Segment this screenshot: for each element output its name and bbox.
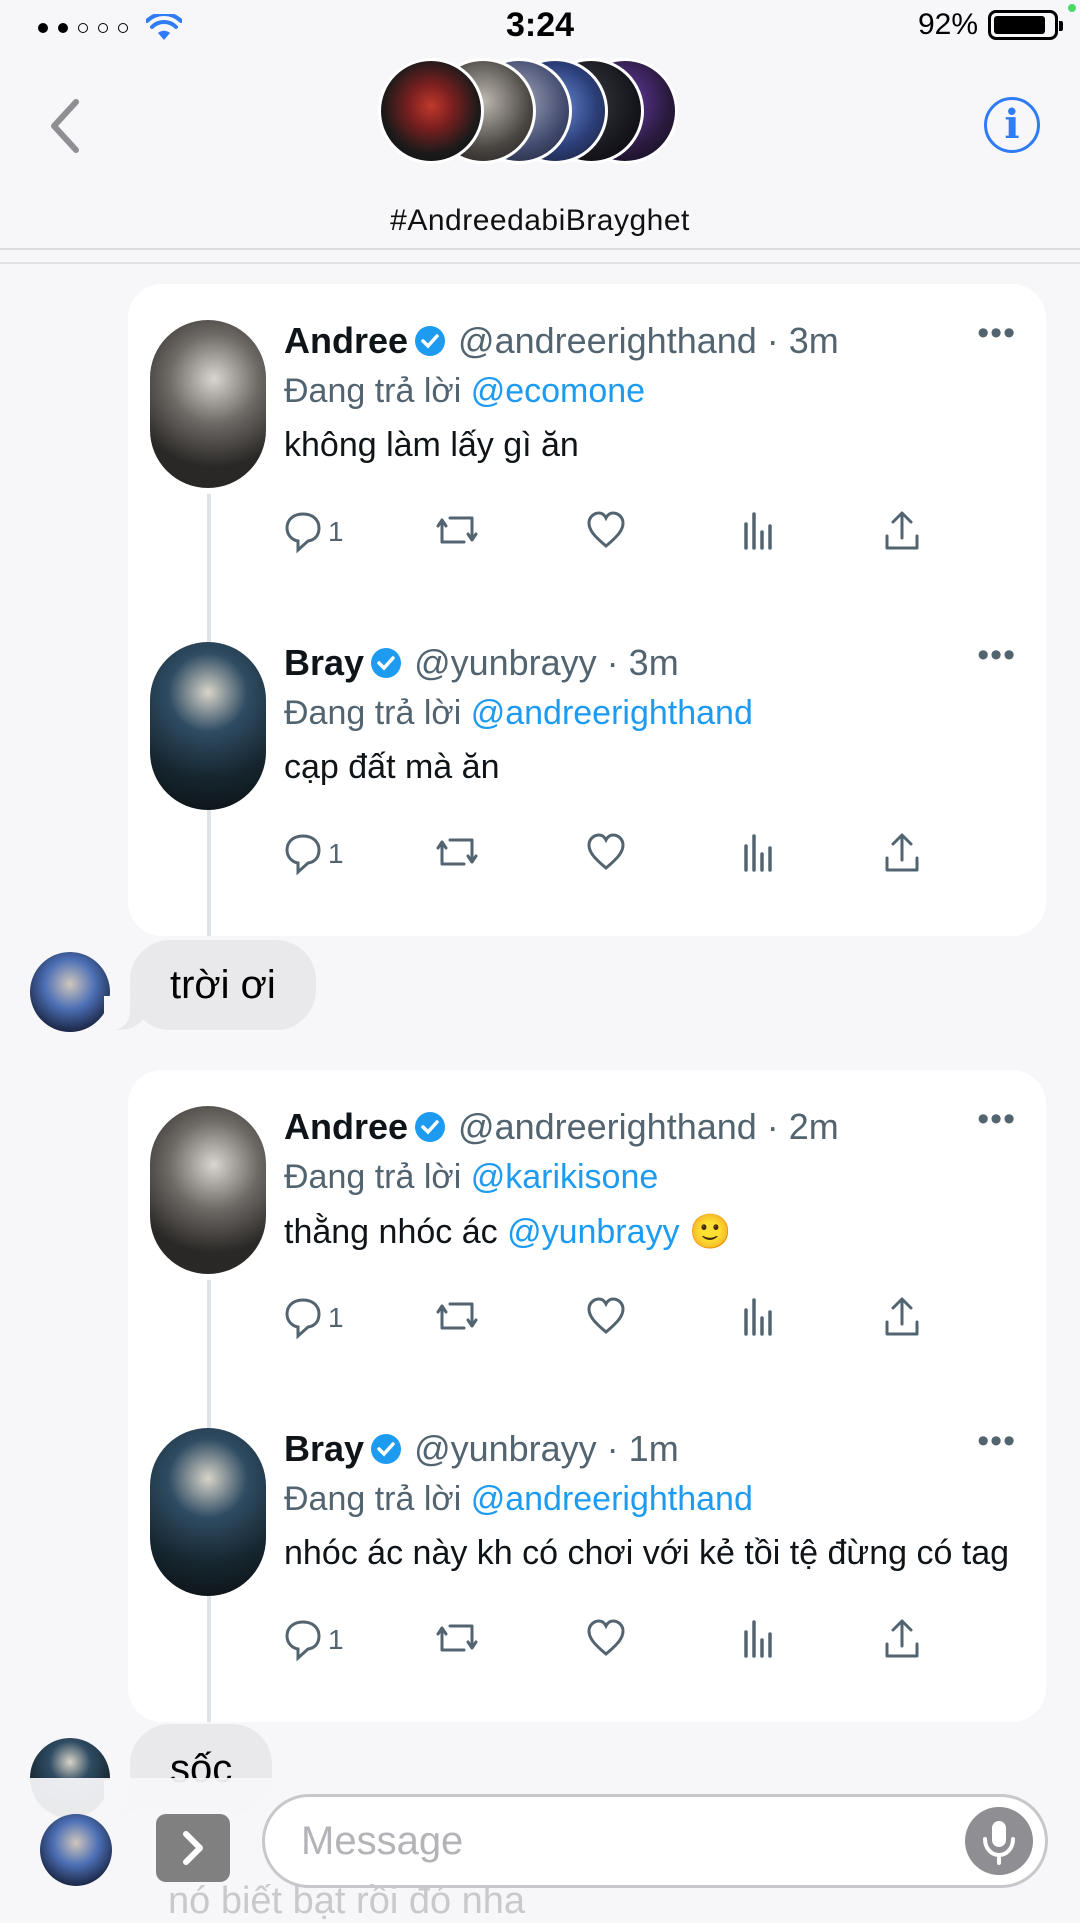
tweet-actions: 1 <box>284 510 1004 570</box>
share-icon[interactable] <box>884 832 920 874</box>
share-icon[interactable] <box>884 510 920 552</box>
tweet-screenshot-card[interactable]: Andree @andreerighthand · 2m ••• Đang tr… <box>128 1070 1046 1722</box>
verified-badge-icon <box>371 648 402 678</box>
analytics-icon[interactable] <box>740 1618 774 1658</box>
more-icon[interactable]: ••• <box>977 636 1016 675</box>
mention-link[interactable]: @andreerighthand <box>471 694 753 732</box>
avatar[interactable] <box>40 1814 112 1886</box>
heart-icon[interactable] <box>586 832 626 872</box>
message-placeholder: Message <box>301 1819 464 1863</box>
mention-link[interactable]: @ecomone <box>471 372 645 410</box>
group-avatars[interactable] <box>378 58 678 168</box>
tweet-text: thằng nhóc ác @yunbrayy 🙂 <box>284 1213 732 1251</box>
retweet-icon[interactable] <box>434 510 480 550</box>
retweet-icon[interactable] <box>434 832 480 872</box>
verified-badge-icon <box>415 1112 446 1142</box>
reply-button[interactable]: 1 <box>284 832 344 876</box>
tweet-author: Andree <box>284 320 409 361</box>
tweet-author: Bray <box>284 1428 365 1469</box>
analytics-icon[interactable] <box>740 1296 774 1336</box>
battery-area: 92% <box>917 8 1063 42</box>
avatar <box>150 1428 266 1596</box>
more-icon[interactable]: ••• <box>977 1422 1016 1461</box>
share-icon[interactable] <box>884 1618 920 1660</box>
reply-button[interactable]: 1 <box>284 1296 344 1340</box>
reply-count: 1 <box>328 516 344 547</box>
tweet-header: Andree @andreerighthand · 2m <box>284 1106 839 1148</box>
tweet-text: không làm lấy gì ăn <box>284 426 579 464</box>
active-indicator <box>1068 4 1076 12</box>
obscured-message: nó biết bạt rồi đó nha <box>168 1880 526 1922</box>
retweet-icon[interactable] <box>434 1296 480 1336</box>
heart-icon[interactable] <box>586 1296 626 1336</box>
compose-bar: Message <box>0 1778 1080 1920</box>
comment-icon <box>285 1298 321 1340</box>
tweet-handle: @yunbrayy · 1m <box>414 1428 679 1469</box>
tweet-author: Bray <box>284 642 365 683</box>
more-icon[interactable]: ••• <box>977 1100 1016 1139</box>
tweet-text: cạp đất mà ăn <box>284 748 500 786</box>
reply-context: Đang trả lời @karikisone <box>284 1158 659 1196</box>
reply-button[interactable]: 1 <box>284 510 344 554</box>
reply-button[interactable]: 1 <box>284 1618 344 1662</box>
tweet-actions: 1 <box>284 1296 1004 1356</box>
status-bar: 3:24 92% <box>0 0 1080 52</box>
divider <box>0 262 1080 264</box>
reply-count: 1 <box>328 838 344 869</box>
battery-percent: 92% <box>917 8 978 41</box>
tweet-screenshot-card[interactable]: Andree @andreerighthand · 3m ••• Đang tr… <box>128 284 1046 936</box>
tweet-handle: @yunbrayy · 3m <box>414 642 679 683</box>
tweet-actions: 1 <box>284 1618 1004 1678</box>
share-icon[interactable] <box>884 1296 920 1338</box>
tweet-handle: @andreerighthand · 3m <box>458 320 839 361</box>
mention-link[interactable]: @andreerighthand <box>471 1480 753 1518</box>
reply-count: 1 <box>328 1624 344 1655</box>
battery-icon <box>988 10 1063 40</box>
message-input[interactable]: Message <box>262 1794 1048 1888</box>
mention-link[interactable]: @karikisone <box>471 1158 659 1196</box>
reply-context: Đang trả lời @ecomone <box>284 372 646 410</box>
comment-icon <box>285 512 321 554</box>
analytics-icon[interactable] <box>740 832 774 872</box>
emoji: 🙂 <box>689 1213 732 1251</box>
mention-link[interactable]: @yunbrayy <box>507 1213 679 1251</box>
mic-button[interactable] <box>965 1807 1033 1875</box>
comment-icon <box>285 834 321 876</box>
message-bubble[interactable]: trời ơi <box>104 940 316 1030</box>
more-icon[interactable]: ••• <box>977 314 1016 353</box>
reply-context: Đang trả lời @andreerighthand <box>284 694 753 732</box>
chevron-left-icon[interactable] <box>44 96 84 156</box>
tweet-header: Bray @yunbrayy · 1m <box>284 1428 679 1470</box>
avatar <box>150 1106 266 1274</box>
expand-button[interactable] <box>156 1814 230 1882</box>
heart-icon[interactable] <box>586 510 626 550</box>
avatar <box>378 58 484 164</box>
tweet-header: Andree @andreerighthand · 3m <box>284 320 839 362</box>
retweet-icon[interactable] <box>434 1618 480 1658</box>
analytics-icon[interactable] <box>740 510 774 550</box>
conversation-title[interactable]: #AndreedabiBrayghet <box>0 204 1080 238</box>
avatar[interactable] <box>30 952 110 1032</box>
heart-icon[interactable] <box>586 1618 626 1658</box>
info-icon[interactable]: i <box>984 97 1040 153</box>
tweet-header: Bray @yunbrayy · 3m <box>284 642 679 684</box>
tweet-text: nhóc ác này kh có chơi với kẻ tồi tệ đừn… <box>284 1534 1010 1572</box>
chevron-right-icon <box>183 1831 203 1865</box>
tweet-author: Andree <box>284 1106 409 1147</box>
comment-icon <box>285 1620 321 1662</box>
tweet-handle: @andreerighthand · 2m <box>458 1106 839 1147</box>
microphone-icon <box>983 1821 1015 1865</box>
avatar <box>150 320 266 488</box>
tweet-actions: 1 <box>284 832 1004 892</box>
verified-badge-icon <box>415 326 446 356</box>
message-row: trời ơi <box>0 940 1080 1040</box>
reply-count: 1 <box>328 1302 344 1333</box>
verified-badge-icon <box>371 1434 402 1464</box>
conversation-header: i #AndreedabiBrayghet <box>0 52 1080 250</box>
avatar <box>150 642 266 810</box>
reply-context: Đang trả lời @andreerighthand <box>284 1480 753 1518</box>
